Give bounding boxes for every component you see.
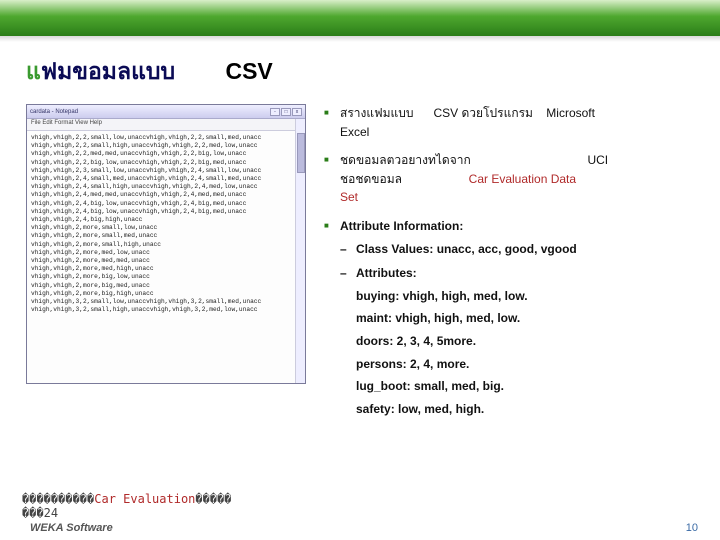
minimize-icon: - <box>270 108 280 116</box>
notepad-menubar: File Edit Format View Help <box>27 119 305 131</box>
dataset-name: Car Evaluation Data <box>469 172 576 186</box>
close-icon: x <box>292 108 302 116</box>
slide-title: แฟมขอมลแบบ CSV <box>26 54 694 90</box>
content-row: cardata - Notepad - □ x File Edit Format… <box>26 104 694 428</box>
attr-info-title: Attribute Information: <box>340 219 463 233</box>
attr-buying: buying: vhigh, high, med, low. <box>356 287 694 306</box>
footer-text: WEKA Software <box>30 522 113 534</box>
scrollbar-thumb <box>297 133 305 173</box>
title-rest: ฟมขอมลแบบ <box>41 58 175 84</box>
attr-lug: lug_boot: small, med, big. <box>356 377 694 396</box>
scrollbar <box>295 119 305 383</box>
notepad-text: vhigh,vhigh,2,2,small,low,unaccvhigh,vhi… <box>27 131 305 317</box>
class-values: Class Values: unacc, acc, good, vgood <box>340 240 694 259</box>
bullet-2: ชดขอมลตวอยางทไดจาก UCI ชอชดขอมล Car Eval… <box>324 151 694 207</box>
header-bar <box>0 0 720 36</box>
attr-safety: safety: low, med, high. <box>356 400 694 419</box>
bullet-list: สรางแฟมแบบ CSV ดวยโปรแกรม Microsoft Exce… <box>324 104 694 428</box>
attributes-label: Attributes: buying: vhigh, high, med, lo… <box>340 264 694 418</box>
attr-maint: maint: vhigh, high, med, low. <box>356 309 694 328</box>
window-buttons: - □ x <box>270 108 302 116</box>
slide-body: แฟมขอมลแบบ CSV cardata - Notepad - □ x F… <box>0 36 720 540</box>
maximize-icon: □ <box>281 108 291 116</box>
attr-persons: persons: 2, 4, more. <box>356 355 694 374</box>
title-accent: แ <box>26 58 41 84</box>
notepad-screenshot: cardata - Notepad - □ x File Edit Format… <box>26 104 306 384</box>
notepad-titlebar: cardata - Notepad - □ x <box>27 105 305 119</box>
page-number: 10 <box>686 522 698 534</box>
attr-doors: doors: 2, 3, 4, 5more. <box>356 332 694 351</box>
caption-highlight: Car Evaluation <box>94 492 195 506</box>
bottom-caption: ����������Car Evaluation����� ���24 <box>22 492 232 520</box>
bullet-3: Attribute Information: Class Values: una… <box>324 217 694 418</box>
title-csv: CSV <box>225 58 272 85</box>
notepad-title: cardata - Notepad <box>30 109 78 115</box>
bullet-1: สรางแฟมแบบ CSV ดวยโปรแกรม Microsoft Exce… <box>324 104 694 141</box>
